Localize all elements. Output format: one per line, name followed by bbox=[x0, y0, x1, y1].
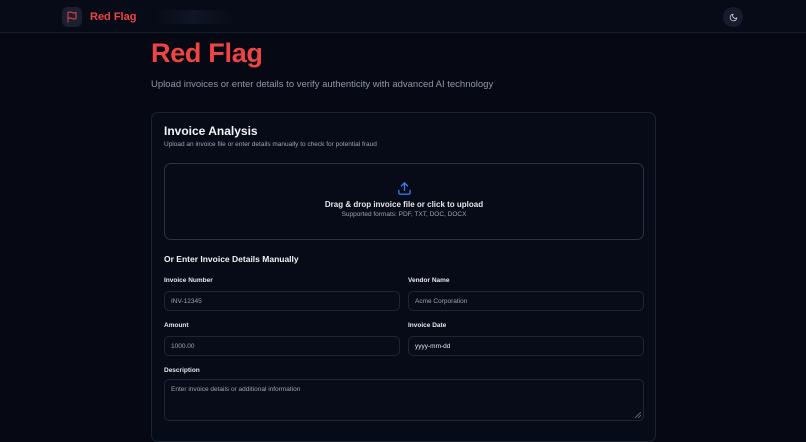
dropzone-formats: Supported formats: PDF, TXT, DOC, DOCX bbox=[341, 211, 467, 218]
upload-icon bbox=[397, 181, 412, 196]
manual-entry-heading: Or Enter Invoice Details Manually bbox=[164, 254, 299, 264]
invoice-analysis-card: Invoice Analysis Upload an invoice file … bbox=[151, 112, 656, 442]
nav-placeholder bbox=[154, 10, 234, 24]
invoice-number-input[interactable]: INV-12345 bbox=[164, 291, 400, 311]
brand[interactable]: Red Flag bbox=[62, 7, 136, 27]
vendor-name-label: Vendor Name bbox=[408, 277, 450, 284]
brand-name: Red Flag bbox=[90, 11, 137, 23]
moon-icon bbox=[729, 13, 738, 22]
invoice-date-label: Invoice Date bbox=[408, 322, 447, 329]
invoice-number-label: Invoice Number bbox=[164, 277, 213, 284]
resize-handle-icon[interactable] bbox=[634, 411, 642, 419]
description-label: Description bbox=[164, 367, 200, 374]
description-textarea[interactable]: Enter invoice details or additional info… bbox=[164, 379, 644, 421]
description-placeholder: Enter invoice details or additional info… bbox=[171, 386, 301, 393]
page-subtitle: Upload invoices or enter details to veri… bbox=[151, 79, 494, 90]
theme-toggle-button[interactable] bbox=[723, 7, 743, 27]
vendor-name-input[interactable]: Acme Corporation bbox=[408, 291, 644, 311]
file-dropzone[interactable]: Drag & drop invoice file or click to upl… bbox=[164, 163, 644, 240]
dropzone-title: Drag & drop invoice file or click to upl… bbox=[324, 200, 484, 209]
amount-label: Amount bbox=[164, 322, 189, 329]
card-title: Invoice Analysis bbox=[164, 124, 258, 138]
amount-input[interactable]: 1000.00 bbox=[164, 336, 400, 356]
invoice-date-input[interactable]: yyyy-mm-dd bbox=[408, 336, 644, 356]
flag-icon bbox=[62, 7, 82, 27]
top-navigation-bar: Red Flag bbox=[0, 0, 806, 33]
card-description: Upload an invoice file or enter details … bbox=[164, 141, 377, 148]
page-title: Red Flag bbox=[151, 38, 263, 68]
